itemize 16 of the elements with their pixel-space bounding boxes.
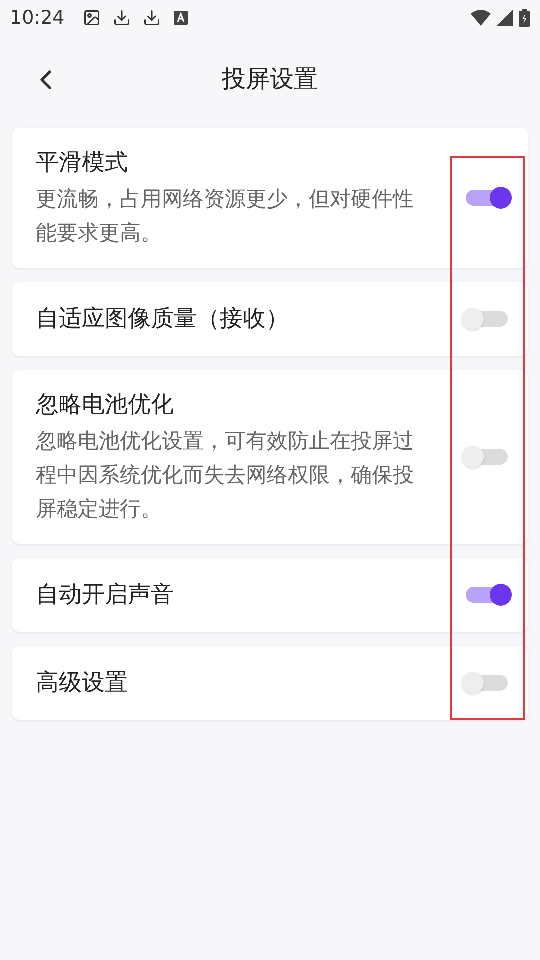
wifi-icon bbox=[471, 10, 491, 26]
page-title: 投屏设置 bbox=[222, 64, 318, 95]
setting-description: 更流畅，占用网络资源更少，但对硬件性能要求更高。 bbox=[36, 186, 415, 247]
setting-title: 平滑模式 bbox=[36, 149, 129, 178]
battery-icon bbox=[519, 9, 530, 27]
status-time: 10:24 bbox=[10, 7, 65, 29]
setting-title: 高级设置 bbox=[36, 669, 129, 698]
text-box-icon bbox=[172, 10, 189, 26]
image-icon bbox=[82, 9, 101, 27]
signal-icon bbox=[497, 10, 513, 26]
setting-title: 自适应图像质量（接收） bbox=[36, 305, 290, 334]
download-icon bbox=[142, 9, 161, 27]
download-icon bbox=[112, 9, 131, 27]
setting-description: 忽略电池优化设置，可有效防止在投屏过程中因系统优化而失去网络权限，确保投屏稳定进行。 bbox=[36, 428, 415, 523]
setting-title: 自动开启声音 bbox=[36, 581, 175, 610]
setting-title: 忽略电池优化 bbox=[36, 391, 175, 420]
